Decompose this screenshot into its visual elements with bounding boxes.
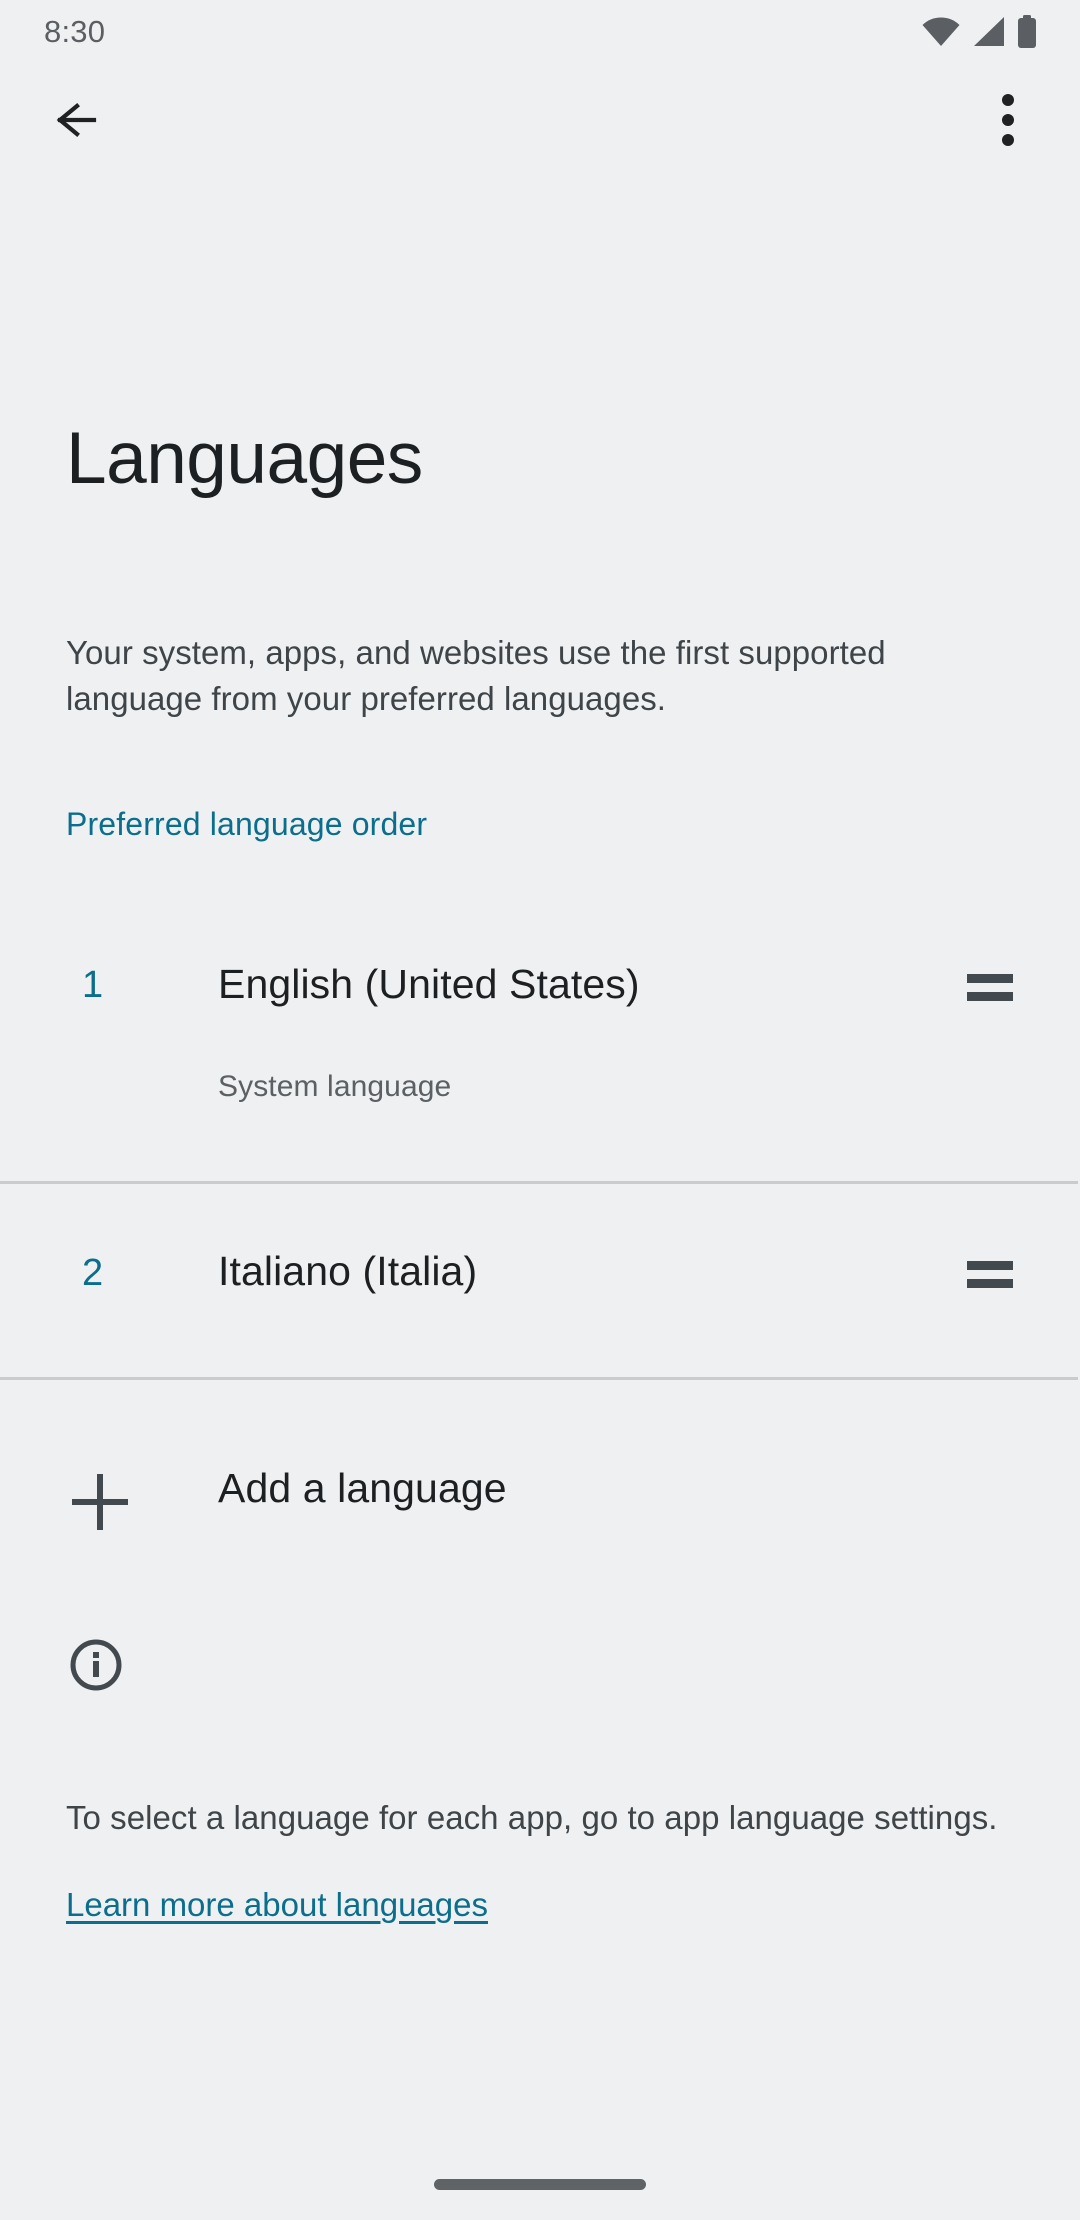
add-language-label: Add a language	[218, 1465, 507, 1511]
status-bar-icons	[922, 15, 1038, 49]
wifi-icon	[922, 17, 960, 47]
back-button[interactable]	[34, 78, 118, 162]
back-arrow-icon	[50, 94, 102, 146]
section-header-preferred-language-order: Preferred language order	[66, 806, 428, 842]
overflow-menu-button[interactable]	[966, 78, 1050, 162]
language-row-2[interactable]: 2 Italiano (Italia)	[0, 1182, 1080, 1380]
add-language-button[interactable]: Add a language	[0, 1438, 1080, 1568]
language-row-1[interactable]: 1 English (United States) System languag…	[0, 900, 1080, 1184]
drag-handle-icon[interactable]	[967, 974, 1013, 1001]
status-bar: 8:30	[0, 0, 1080, 64]
language-name: English (United States)	[218, 961, 640, 1007]
language-order-number: 2	[82, 1252, 104, 1294]
learn-more-link[interactable]: Learn more about languages	[66, 1882, 488, 1927]
intro-description: Your system, apps, and websites use the …	[66, 634, 886, 717]
preferred-language-list: 1 English (United States) System languag…	[0, 900, 1080, 1380]
more-options-icon	[1002, 94, 1014, 146]
page-title: Languages	[66, 417, 423, 499]
cell-signal-icon	[971, 17, 1005, 47]
footer-description: To select a language for each app, go to…	[66, 1799, 998, 1836]
status-bar-clock: 8:30	[44, 14, 106, 49]
app-bar	[0, 64, 1080, 176]
plus-icon	[72, 1474, 128, 1530]
language-order-number: 1	[82, 964, 104, 1006]
info-icon	[68, 1637, 124, 1693]
language-name: Italiano (Italia)	[218, 1248, 478, 1294]
list-divider	[0, 1377, 1078, 1380]
drag-handle-icon[interactable]	[967, 1261, 1013, 1288]
battery-icon	[1016, 15, 1038, 49]
language-subtitle: System language	[218, 1070, 452, 1103]
gesture-nav-pill[interactable]	[434, 2179, 646, 2190]
